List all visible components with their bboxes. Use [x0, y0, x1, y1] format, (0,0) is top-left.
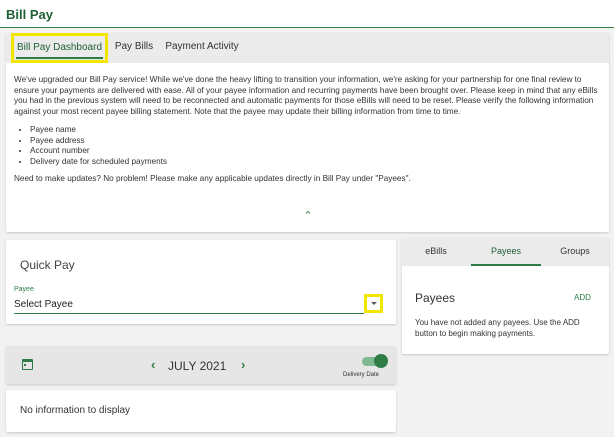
dropdown-arrow-icon[interactable] [364, 294, 383, 313]
notice-footer: Need to make updates? No problem! Please… [14, 174, 411, 183]
empty-state-card: No information to display [6, 390, 396, 432]
payees-title: Payees [415, 291, 456, 305]
quick-pay-card: Quick Pay Payee Select Payee [6, 240, 396, 324]
upgrade-notice: We've upgraded our Bill Pay service! Whi… [14, 75, 602, 185]
delivery-date-toggle[interactable] [362, 354, 388, 368]
tab-pay-bills[interactable]: Pay Bills [114, 33, 154, 63]
calendar-icon[interactable] [22, 359, 33, 370]
month-label: JULY 2021 [168, 359, 227, 373]
payees-panel: eBills Payees Groups Payees ADD You have… [402, 238, 609, 354]
chevron-up-icon[interactable]: ⌃ [302, 211, 314, 222]
tab-ebills[interactable]: eBills [402, 238, 470, 266]
tab-bill-pay-dashboard[interactable]: Bill Pay Dashboard [11, 33, 108, 63]
tab-bar: Bill Pay Dashboard Pay Bills Payment Act… [6, 33, 609, 63]
dashboard-card: Bill Pay Dashboard Pay Bills Payment Act… [6, 33, 609, 232]
payee-label: Payee [14, 286, 34, 293]
calendar-bar: ‹ JULY 2021 › Delivery Date [6, 346, 396, 384]
tab-payees[interactable]: Payees [471, 238, 541, 266]
verify-list: Payee name Payee address Account number … [30, 125, 602, 167]
add-payee-button[interactable]: ADD [574, 293, 591, 302]
list-item: Delivery date for scheduled payments [30, 157, 602, 168]
tab-groups[interactable]: Groups [541, 238, 609, 266]
chevron-right-icon[interactable]: › [241, 358, 251, 371]
app-header: Bill Pay [0, 0, 614, 28]
payee-select-value: Select Payee [14, 299, 73, 310]
payees-empty-message: You have not added any payees. Use the A… [415, 318, 580, 338]
toggle-label: Delivery Date [343, 372, 380, 378]
chevron-left-icon[interactable]: ‹ [151, 358, 161, 371]
page-title: Bill Pay [6, 7, 53, 22]
tab-payment-activity[interactable]: Payment Activity [164, 33, 240, 63]
payee-select[interactable]: Select Payee [14, 295, 364, 314]
notice-intro: We've upgraded our Bill Pay service! Whi… [14, 75, 598, 116]
empty-state-text: No information to display [20, 405, 131, 416]
list-item: Account number [30, 146, 602, 157]
payees-tab-bar: eBills Payees Groups [402, 238, 609, 266]
list-item: Payee name [30, 125, 602, 136]
toggle-knob [374, 354, 388, 368]
quick-pay-title: Quick Pay [20, 258, 75, 272]
list-item: Payee address [30, 136, 602, 147]
